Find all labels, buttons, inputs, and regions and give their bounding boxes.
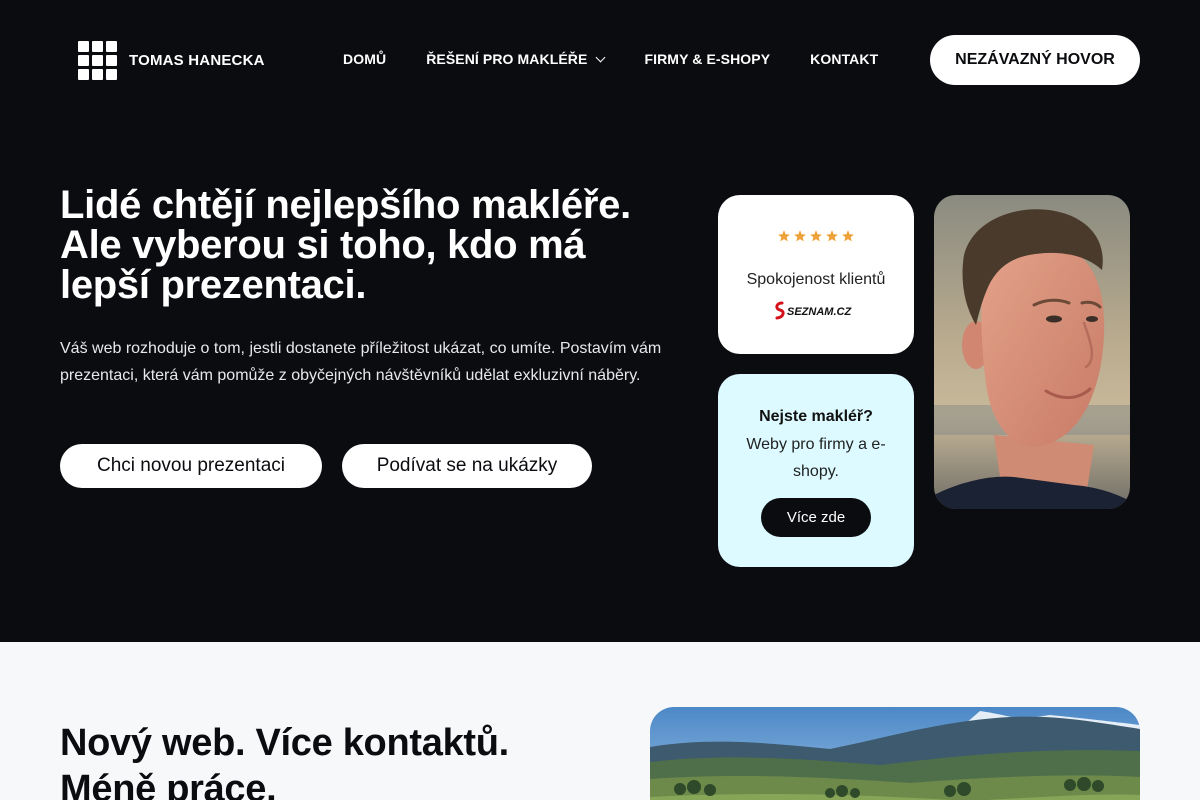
section-title: Nový web. Více kontaktů. Méně práce. — [60, 720, 600, 800]
rating-card: Spokojenost klientů SEZNAM.CZ — [718, 195, 914, 354]
hero-title-line: Ale vyberou si toho, kdo má — [60, 223, 586, 267]
rating-label: Spokojenost klientů — [746, 271, 886, 288]
promo-text: Weby pro firmy a e-shopy. — [746, 436, 886, 480]
nav-item-label: ŘEŠENÍ PRO MAKLÉŘE — [426, 51, 588, 67]
seznam-logo-icon: SEZNAM.CZ — [775, 301, 852, 320]
section-results: Nový web. Více kontaktů. Méně práce. — [0, 642, 1200, 800]
nav-item-solutions[interactable]: ŘEŠENÍ PRO MAKLÉŘE — [426, 51, 606, 67]
landscape-illustration — [650, 707, 1140, 800]
brand-name: TOMAS HANECKA — [129, 51, 265, 69]
hero-title: Lidé chtějí nejlepšího makléře. Ale vybe… — [60, 185, 720, 305]
hero-title-line: Lidé chtějí nejlepšího makléře. — [60, 183, 631, 227]
nav-item-companies[interactable]: FIRMY & E-SHOPY — [644, 51, 770, 67]
portrait-photo — [934, 195, 1130, 509]
view-examples-button[interactable]: Podívat se na ukázky — [342, 444, 592, 488]
new-presentation-button[interactable]: Chci novou prezentaci — [60, 444, 322, 488]
chevron-down-icon — [596, 52, 606, 62]
section-title-line: Méně práce. — [60, 768, 277, 800]
svg-text:SEZNAM.CZ: SEZNAM.CZ — [787, 306, 852, 318]
star-icon — [810, 230, 822, 242]
star-rating — [718, 229, 914, 243]
portrait-illustration — [934, 195, 1130, 509]
star-icon — [826, 230, 838, 242]
star-icon — [794, 230, 806, 242]
landscape-photo — [650, 707, 1140, 800]
nav-item-home[interactable]: DOMŮ — [343, 51, 386, 67]
hero-title-line: lepší prezentaci. — [60, 263, 367, 307]
main-nav: DOMŮ ŘEŠENÍ PRO MAKLÉŘE FIRMY & E-SHOPY … — [343, 51, 878, 67]
star-icon — [842, 230, 854, 242]
brand-logo[interactable]: TOMAS HANECKA — [78, 41, 265, 80]
nav-item-label: FIRMY & E-SHOPY — [644, 51, 771, 67]
promo-card: Nejste makléř? Weby pro firmy a e-shopy.… — [718, 374, 914, 567]
nav-item-label: KONTAKT — [810, 51, 879, 67]
free-call-button[interactable]: NEZÁVAZNÝ HOVOR — [930, 35, 1140, 85]
star-icon — [778, 230, 790, 242]
nav-item-label: DOMŮ — [343, 51, 387, 67]
hero-description: Váš web rozhoduje o tom, jestli dostanet… — [60, 340, 662, 384]
promo-title: Nejste makléř? — [759, 408, 873, 425]
nav-item-contact[interactable]: KONTAKT — [810, 51, 878, 67]
section-title-line: Nový web. Více kontaktů. — [60, 722, 509, 764]
grid-logo-icon — [78, 41, 117, 80]
more-here-button[interactable]: Více zde — [761, 498, 871, 537]
